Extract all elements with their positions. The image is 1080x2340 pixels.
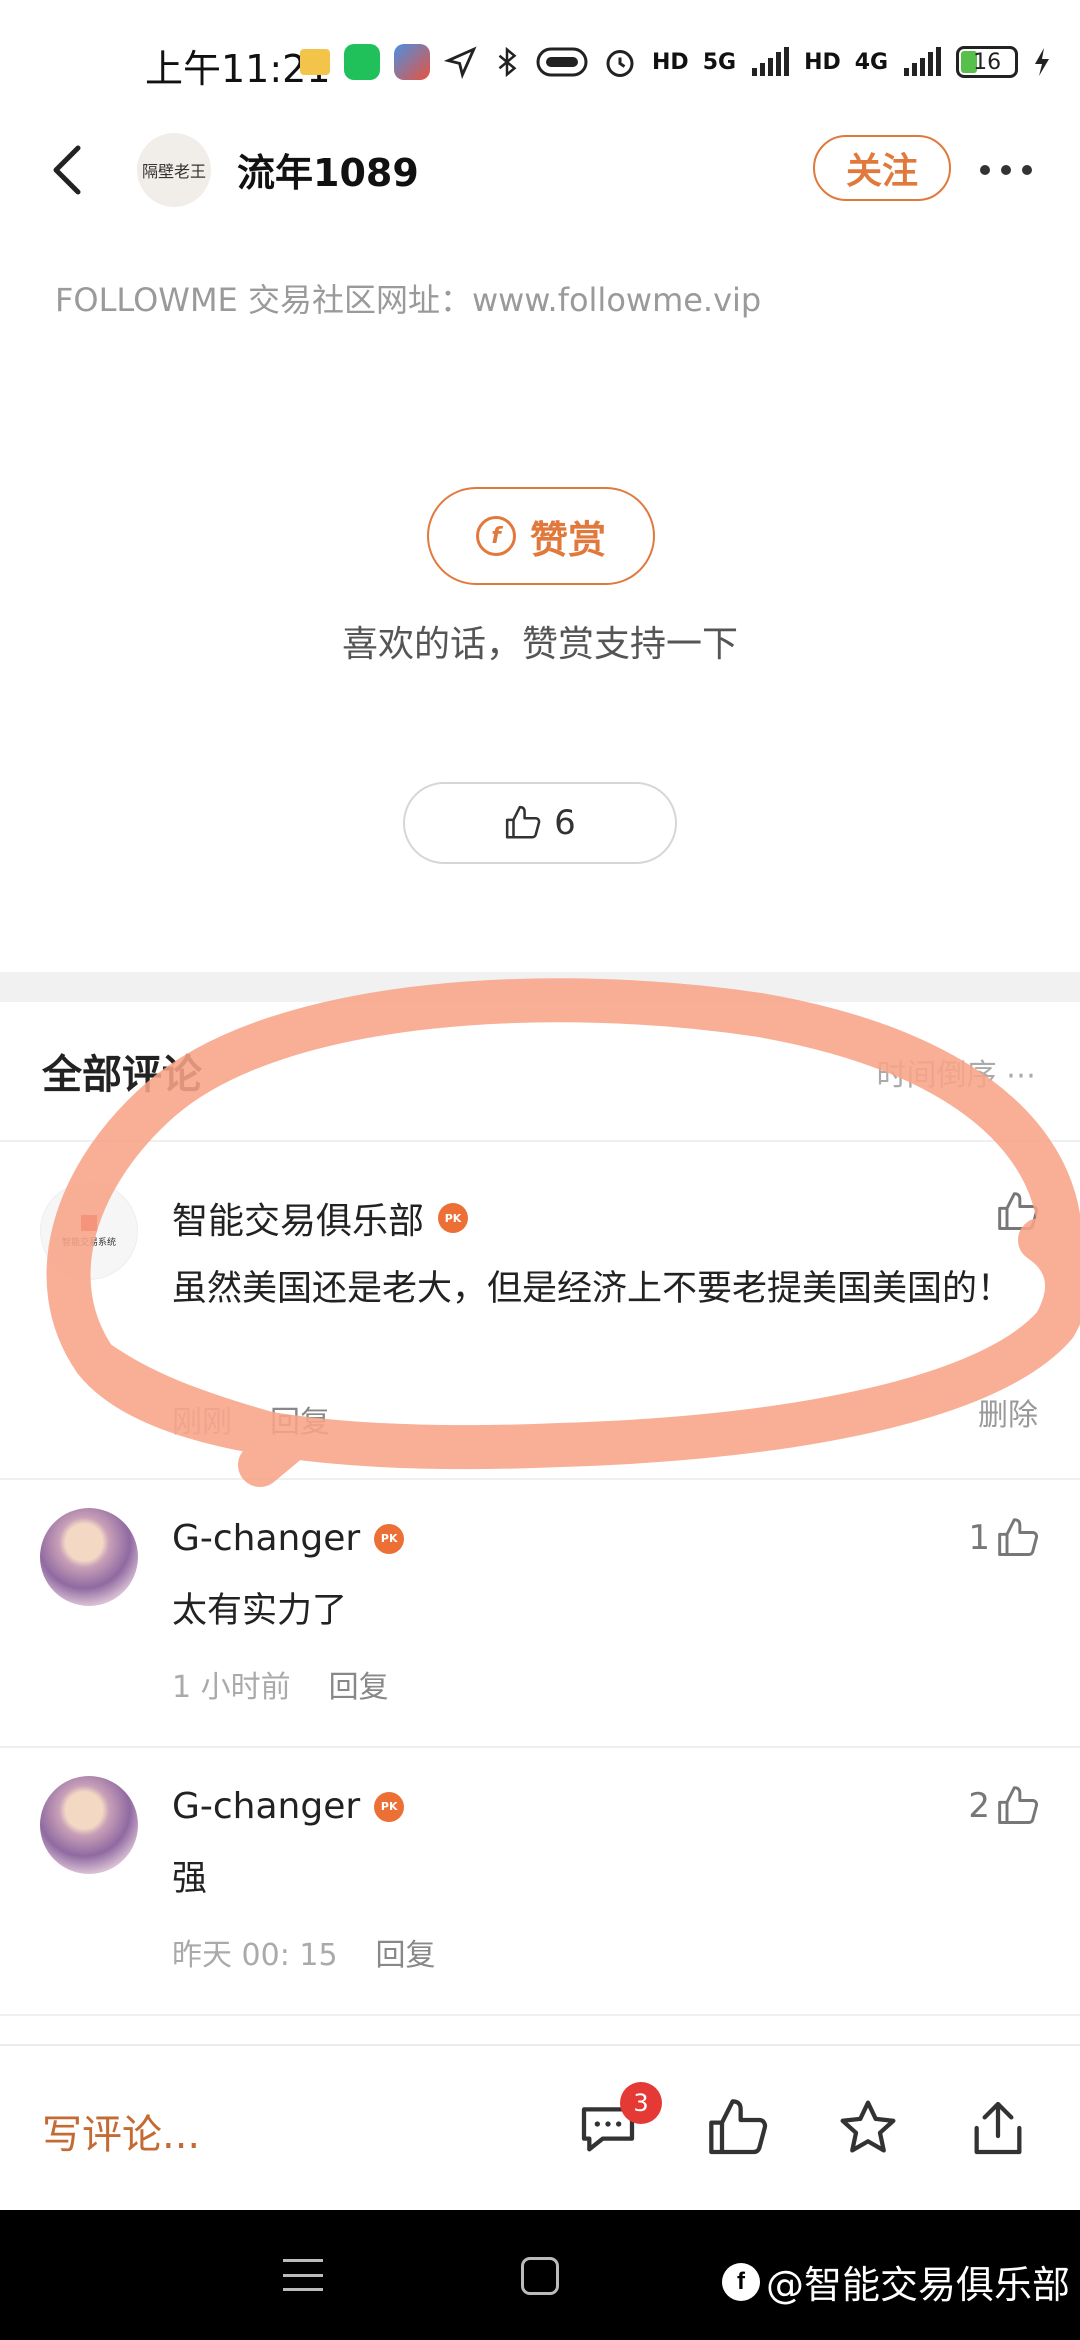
browser-icon bbox=[394, 44, 430, 80]
commenter-name-row: 智能交易俱乐部 PK bbox=[172, 1192, 469, 1244]
post-like-count: 6 bbox=[554, 803, 576, 843]
commenter-name-row: G-changer PK bbox=[172, 1518, 405, 1559]
home-icon[interactable] bbox=[521, 2257, 559, 2295]
comment-time: 昨天 00: 15 bbox=[172, 1938, 338, 1973]
nfc-icon bbox=[536, 47, 588, 77]
location-icon bbox=[444, 46, 477, 79]
section-separator bbox=[0, 972, 1080, 1002]
write-comment-input[interactable]: 写评论... bbox=[42, 2102, 200, 2160]
pk-badge-icon: PK bbox=[374, 1523, 405, 1554]
comment-like-count: 1 bbox=[968, 1518, 990, 1558]
comment-item: G-changer PK 2 强 昨天 00: 15 回复 bbox=[0, 1748, 1080, 2014]
author-avatar[interactable]: 隔壁老王 bbox=[137, 133, 211, 207]
comment-count-badge: 3 bbox=[620, 2082, 662, 2124]
thumbs-up-icon bbox=[998, 1518, 1039, 1556]
delete-button[interactable]: 删除 bbox=[978, 1390, 1038, 1434]
author-avatar-text: 隔壁老王 bbox=[141, 162, 206, 181]
comment-item: 智能交易系统 智能交易俱乐部 PK 虽然美国还是老大，但是经济上不要老提美国美国… bbox=[0, 1142, 1080, 1478]
bottom-action-bar: 写评论... 3 bbox=[0, 2044, 1080, 2210]
reply-button[interactable]: 回复 bbox=[270, 1397, 330, 1441]
system-navigation-bar: f @智能交易俱乐部 bbox=[0, 2210, 1080, 2340]
commenter-name-row: G-changer PK bbox=[172, 1786, 405, 1827]
signal-icon-2 bbox=[904, 47, 942, 76]
site-note: FOLLOWME 交易社区网址：www.followme.vip bbox=[55, 281, 762, 319]
hd-label: HD bbox=[652, 49, 689, 75]
commenter-name[interactable]: G-changer bbox=[172, 1786, 360, 1827]
menu-icon[interactable] bbox=[283, 2255, 323, 2295]
bluetooth-icon bbox=[498, 46, 517, 78]
commenter-name[interactable]: G-changer bbox=[172, 1518, 360, 1559]
divider bbox=[0, 2014, 1080, 2016]
watermark: f @智能交易俱乐部 bbox=[722, 2254, 1070, 2309]
comments-title: 全部评论 bbox=[42, 1052, 202, 1098]
battery-level: 16 bbox=[973, 49, 1002, 75]
folder-notification-icon bbox=[300, 49, 330, 75]
reward-button[interactable]: f 赞赏 bbox=[427, 487, 655, 585]
network-4g-label: 4G bbox=[854, 49, 889, 75]
share-icon[interactable] bbox=[966, 2096, 1030, 2160]
alarm-icon bbox=[606, 50, 634, 77]
pk-badge-icon: PK bbox=[438, 1203, 469, 1233]
comment-time: 1 小时前 bbox=[172, 1670, 291, 1705]
charging-icon bbox=[1035, 48, 1050, 76]
post-like-button[interactable]: 6 bbox=[403, 782, 677, 864]
coin-icon: f bbox=[475, 516, 516, 556]
post-header: 隔壁老王 流年1089 关注 bbox=[0, 120, 1080, 220]
comment-text: 太有实力了 bbox=[172, 1591, 348, 1631]
comment-text: 虽然美国还是老大，但是经济上不要老提美国美国的！ bbox=[172, 1269, 1013, 1309]
hd-label-2: HD bbox=[804, 49, 841, 75]
signal-icon bbox=[752, 47, 790, 76]
status-icons: HD 5G HD 4G 16 bbox=[300, 42, 1052, 82]
commenter-avatar[interactable] bbox=[40, 1776, 138, 1874]
comment-meta: 1 小时前 回复 bbox=[172, 1662, 389, 1706]
comment-meta: 昨天 00: 15 回复 bbox=[172, 1930, 436, 1974]
weibo-logo-icon: f bbox=[722, 2262, 760, 2301]
comment-meta: 刚刚 回复 bbox=[172, 1397, 330, 1441]
reply-button[interactable]: 回复 bbox=[329, 1662, 389, 1706]
reply-button[interactable]: 回复 bbox=[376, 1930, 436, 1974]
comment-like-count: 2 bbox=[968, 1786, 990, 1826]
reward-subtitle: 喜欢的话，赞赏支持一下 bbox=[341, 624, 738, 665]
favorite-star-icon[interactable] bbox=[836, 2096, 900, 2160]
comment-like-icon[interactable] bbox=[996, 1190, 1040, 1234]
watermark-text: @智能交易俱乐部 bbox=[766, 2263, 1071, 2307]
commenter-name[interactable]: 智能交易俱乐部 bbox=[172, 1192, 424, 1244]
like-icon[interactable] bbox=[706, 2096, 770, 2160]
comment-like-button[interactable]: 1 bbox=[968, 1516, 1040, 1560]
thumbs-up-icon bbox=[506, 805, 541, 839]
comment-time: 刚刚 bbox=[172, 1405, 232, 1440]
commenter-avatar[interactable] bbox=[40, 1508, 138, 1606]
wechat-icon bbox=[344, 44, 380, 80]
status-bar: 上午11:21 HD 5G HD 4G 16 bbox=[0, 0, 1080, 120]
battery-indicator: 16 bbox=[956, 46, 1019, 78]
more-options-icon[interactable] bbox=[980, 165, 1032, 175]
follow-button[interactable]: 关注 bbox=[813, 135, 951, 201]
commenter-avatar[interactable]: 智能交易系统 bbox=[40, 1182, 138, 1280]
comment-text: 强 bbox=[172, 1859, 208, 1899]
reward-button-label: 赞赏 bbox=[529, 517, 606, 562]
comment-like-button[interactable]: 2 bbox=[968, 1784, 1040, 1828]
comment-item: G-changer PK 1 太有实力了 1 小时前 回复 bbox=[0, 1480, 1080, 1746]
network-5g-label: 5G bbox=[702, 49, 737, 75]
author-name[interactable]: 流年1089 bbox=[237, 142, 419, 197]
pk-badge-icon: PK bbox=[374, 1791, 405, 1822]
sort-order-toggle[interactable]: 时间倒序 ⋯ bbox=[876, 1050, 1036, 1094]
back-arrow-icon[interactable] bbox=[40, 140, 100, 200]
thumbs-up-icon bbox=[998, 1786, 1039, 1824]
